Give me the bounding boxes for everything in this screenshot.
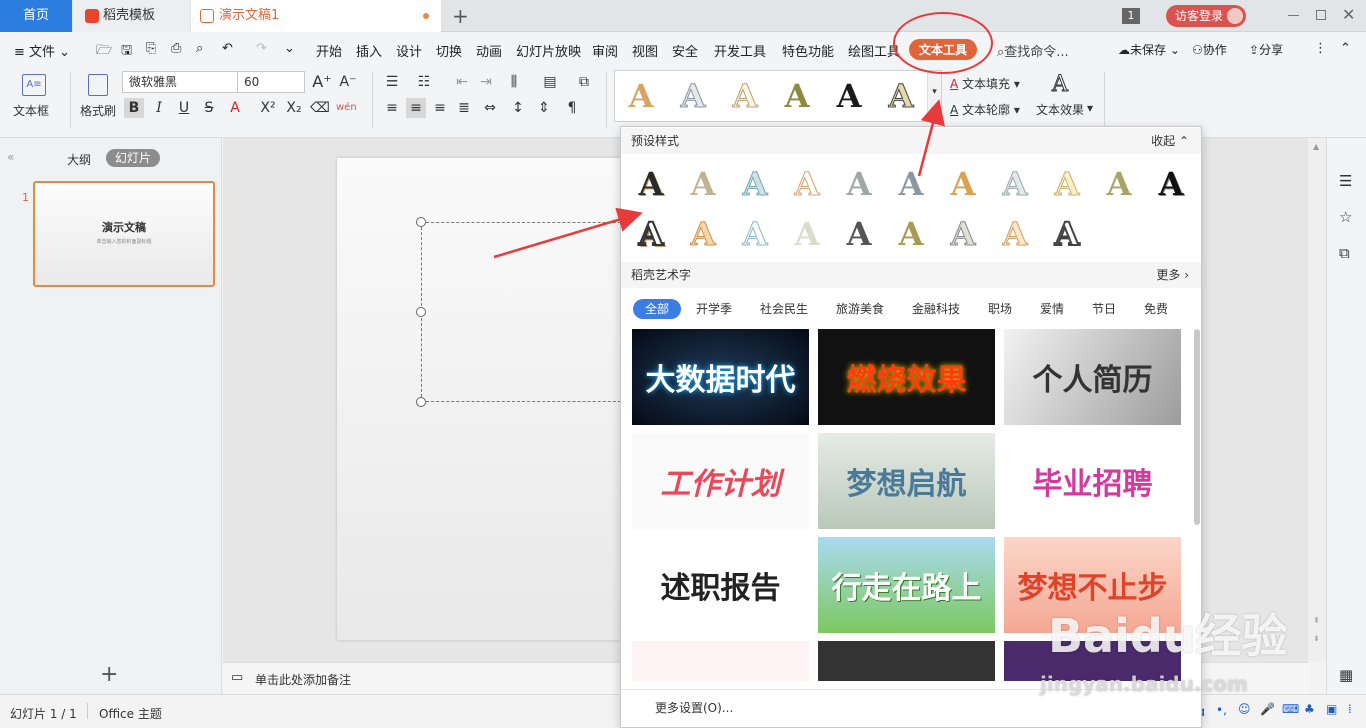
watermark-brand: Baidu经验: [1048, 609, 1288, 663]
arrow-to-preset: [493, 207, 643, 259]
watermark-url: jingyan.baidu.com: [1040, 672, 1248, 696]
arrow-to-expand: [917, 99, 945, 177]
